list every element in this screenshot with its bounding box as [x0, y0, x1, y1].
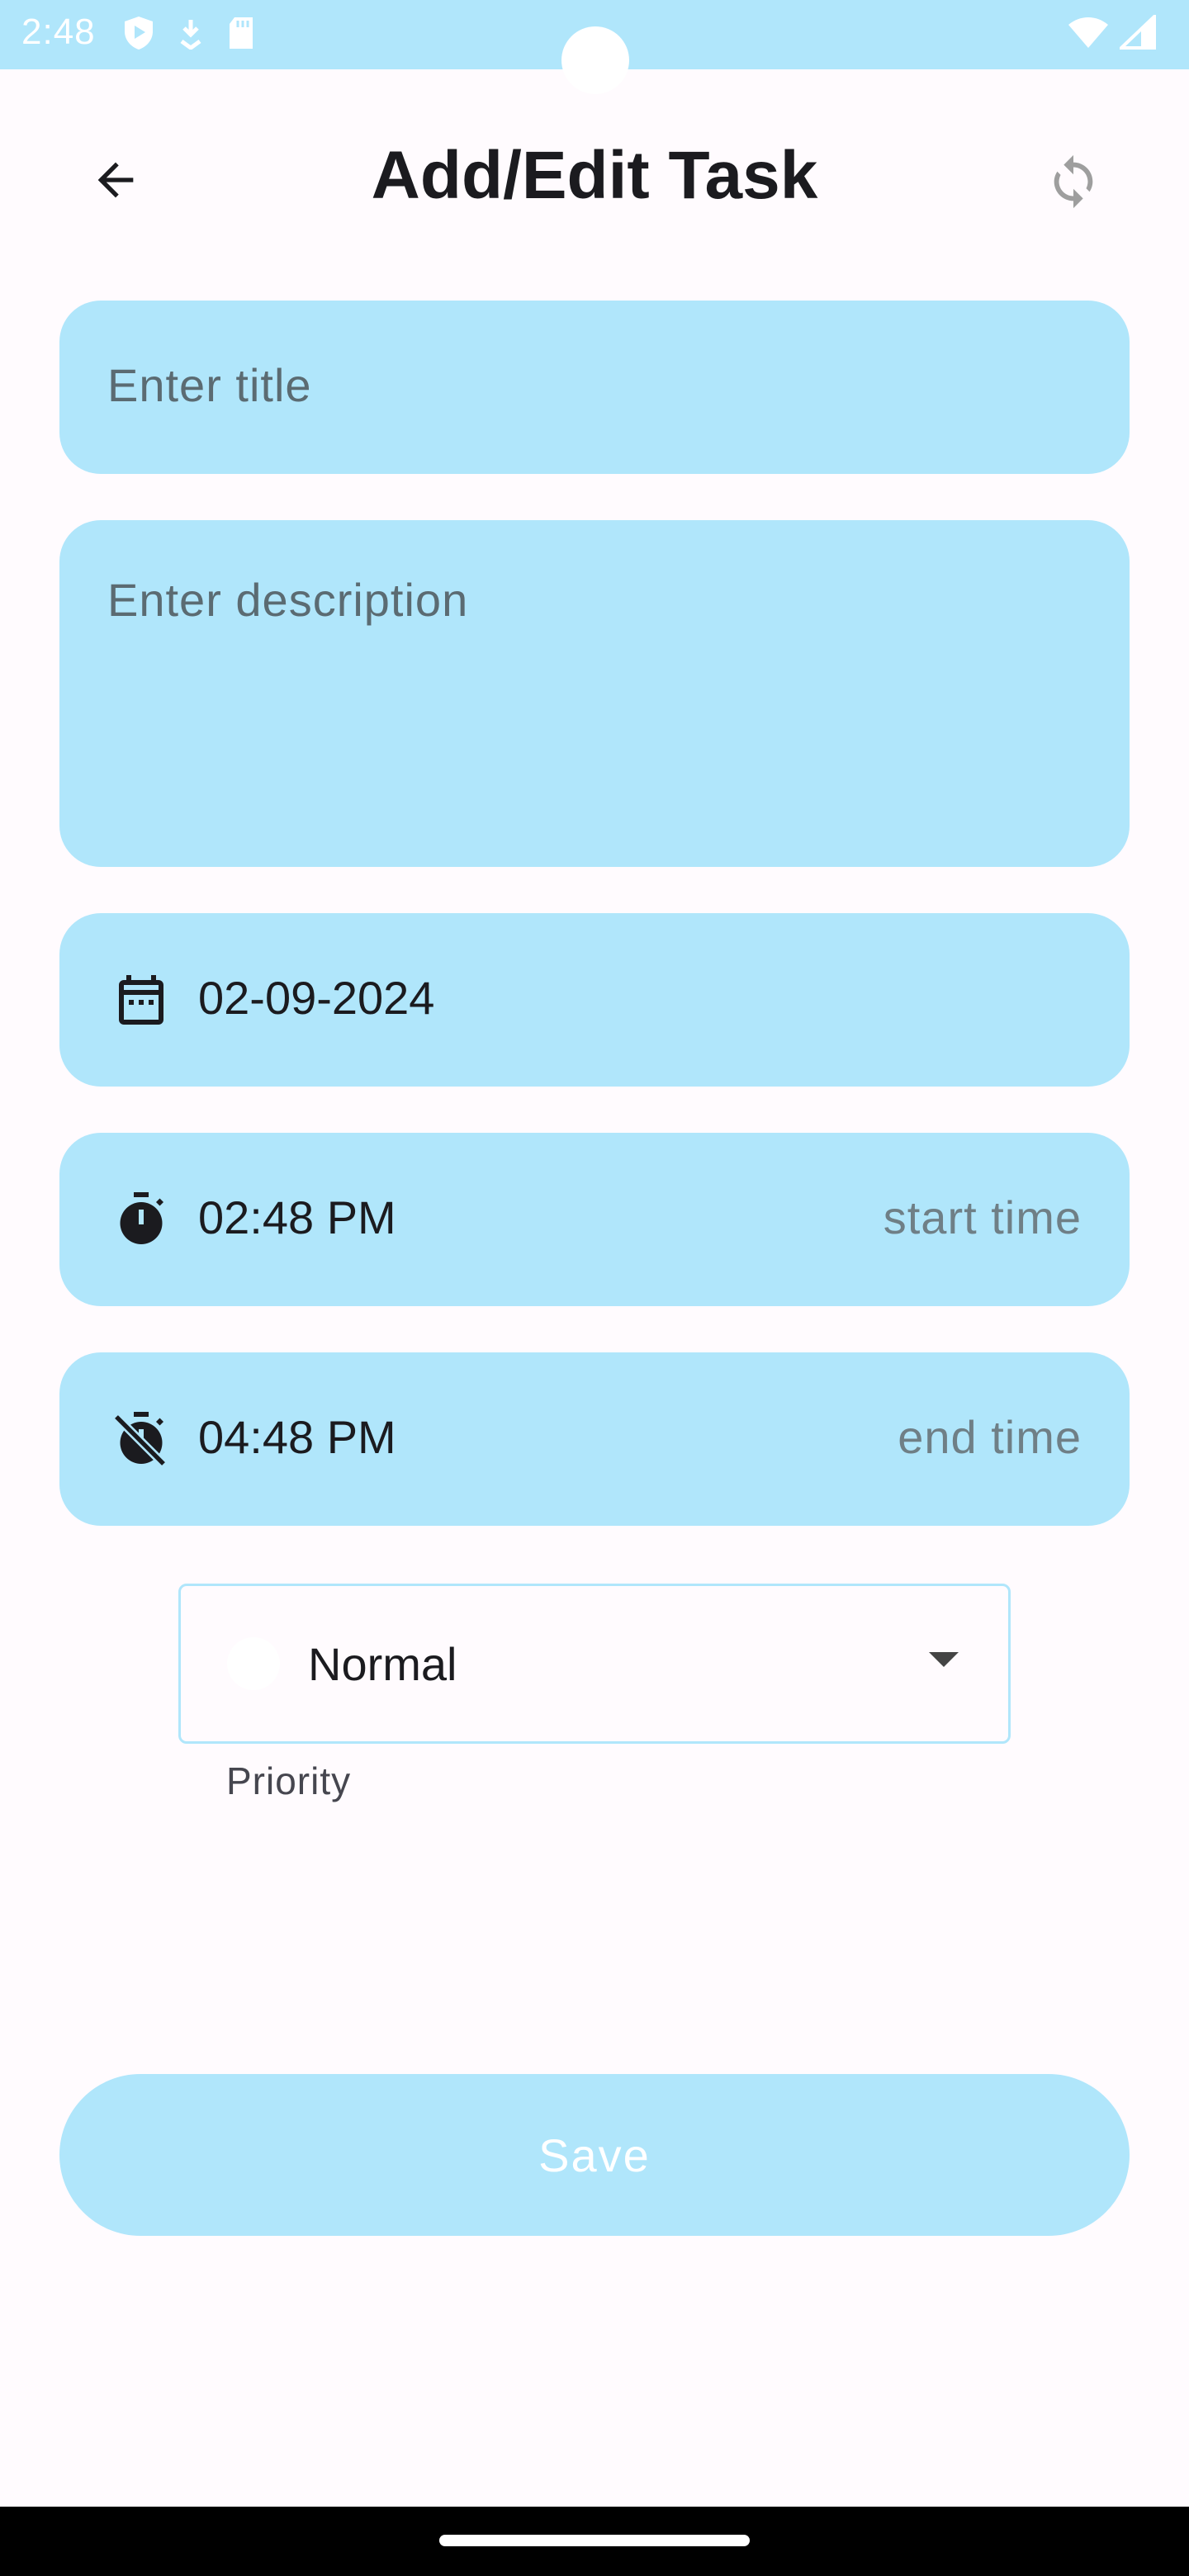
sd-card-icon [226, 16, 256, 54]
description-input[interactable]: Enter description [59, 520, 1130, 867]
date-field[interactable]: 02-09-2024 [59, 913, 1130, 1087]
timer-icon [107, 1186, 175, 1253]
priority-selected: Normal [308, 1638, 457, 1690]
start-time-field[interactable]: 02:48 PM start time [59, 1133, 1130, 1306]
end-time-value: 04:48 PM [198, 1411, 396, 1463]
signal-icon [1116, 12, 1156, 54]
priority-label: Priority [226, 1759, 352, 1802]
status-icons-left [122, 15, 256, 55]
home-gesture-handle[interactable] [439, 2535, 750, 2546]
save-button[interactable]: Save [59, 2074, 1130, 2236]
timer-off-icon [107, 1405, 175, 1473]
status-icons-right [1067, 12, 1156, 54]
download-icon [177, 17, 205, 54]
start-time-value: 02:48 PM [198, 1191, 396, 1243]
chevron-down-icon [929, 1652, 959, 1667]
date-value: 02-09-2024 [198, 972, 435, 1024]
refresh-button[interactable] [1032, 142, 1115, 225]
description-placeholder: Enter description [107, 574, 469, 626]
end-time-hint: end time [898, 1411, 1082, 1463]
shield-play-icon [122, 15, 155, 55]
save-label: Save [538, 2129, 651, 2181]
title-placeholder: Enter title [107, 359, 312, 411]
priority-dropdown[interactable]: Normal [178, 1584, 1011, 1744]
calendar-icon [107, 966, 175, 1034]
status-bar: 2:48 [0, 0, 1189, 94]
end-time-field[interactable]: 04:48 PM end time [59, 1352, 1130, 1526]
status-time: 2:48 [21, 12, 96, 52]
refresh-icon [1045, 153, 1102, 215]
title-input[interactable]: Enter title [59, 301, 1130, 474]
wifi-icon [1067, 15, 1110, 54]
priority-color-dot [227, 1637, 280, 1690]
camera-cutout [561, 26, 629, 94]
start-time-hint: start time [883, 1191, 1082, 1243]
page-title: Add/Edit Task [371, 138, 818, 213]
